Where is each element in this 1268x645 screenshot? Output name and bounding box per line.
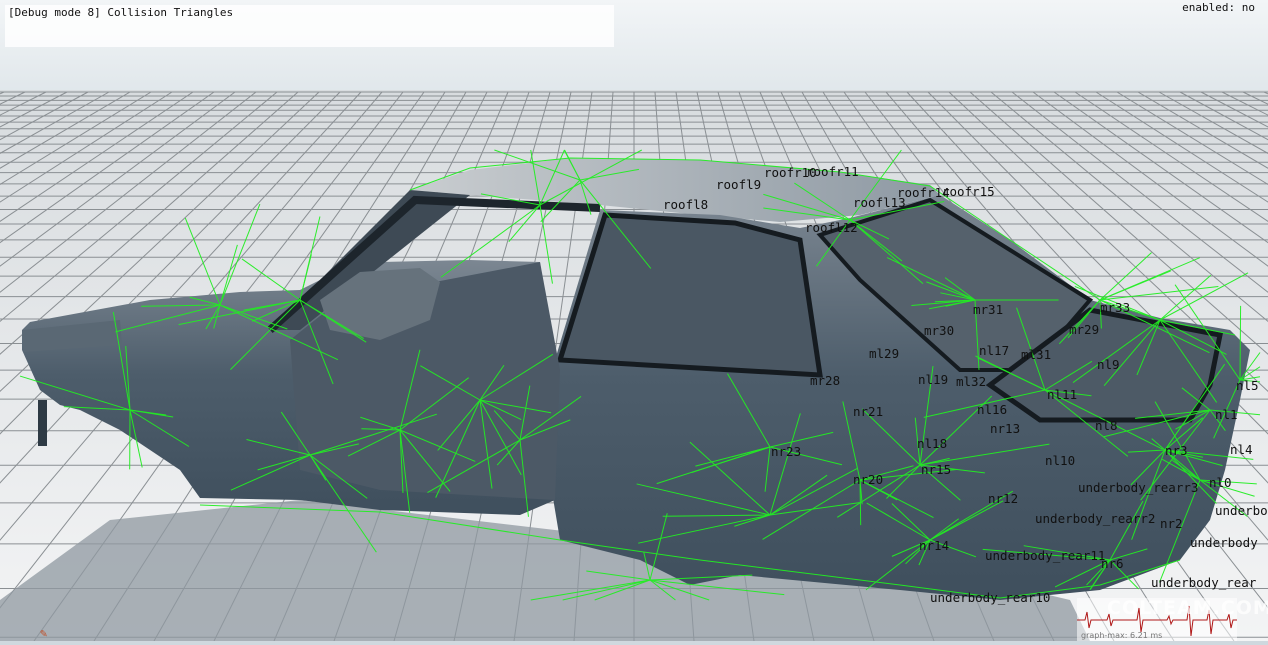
node-label: mr33 bbox=[1100, 301, 1130, 314]
node-label: nl11 bbox=[1047, 388, 1077, 401]
node-label: underbody_rear bbox=[1151, 576, 1256, 589]
node-label: underbody bbox=[1215, 504, 1268, 517]
node-label: nl4 bbox=[1230, 443, 1253, 456]
node-label: nl17 bbox=[979, 344, 1009, 357]
node-label: nr21 bbox=[853, 405, 883, 418]
node-label: roofl12 bbox=[805, 221, 858, 234]
car-rear-window bbox=[560, 215, 820, 375]
node-label: ml31 bbox=[1021, 348, 1051, 361]
node-label: ml32 bbox=[956, 375, 986, 388]
node-label: roofr11 bbox=[806, 165, 859, 178]
node-label: nr23 bbox=[771, 445, 801, 458]
node-label: mr31 bbox=[973, 303, 1003, 316]
tool-icon: ✎ bbox=[40, 626, 47, 640]
node-label: mr29 bbox=[1069, 323, 1099, 336]
debug-info-panel: [Debug mode 8] Collision Triangles bbox=[5, 5, 614, 47]
node-label: nl10 bbox=[1045, 454, 1075, 467]
node-label: nr6 bbox=[1101, 557, 1124, 570]
node-label: underbody_rear10 bbox=[930, 591, 1050, 604]
node-label: nl18 bbox=[917, 437, 947, 450]
node-label: underbody_rearr2 bbox=[1035, 512, 1155, 525]
watermark: COLTEAM.COM bbox=[1107, 597, 1268, 619]
graph-max-label: graph-max: 6.21 ms bbox=[1081, 631, 1162, 640]
3d-viewport[interactable] bbox=[0, 0, 1268, 641]
node-label: nr2 bbox=[1160, 517, 1183, 530]
node-label: underbody bbox=[1190, 536, 1258, 549]
node-label: nr12 bbox=[988, 492, 1018, 505]
enabled-status: enabled: no bbox=[1182, 1, 1255, 14]
node-label: nr3 bbox=[1165, 444, 1188, 457]
node-label: nr20 bbox=[853, 473, 883, 486]
node-label: mr30 bbox=[924, 324, 954, 337]
node-label: ml29 bbox=[869, 347, 899, 360]
node-label: nl1 bbox=[1215, 408, 1238, 421]
car-front-bracket bbox=[38, 400, 47, 446]
node-label: nl8 bbox=[1095, 419, 1118, 432]
node-label: nr15 bbox=[921, 463, 951, 476]
node-label: mr28 bbox=[810, 374, 840, 387]
debug-mode-title: [Debug mode 8] Collision Triangles bbox=[8, 6, 233, 19]
node-label: roofl9 bbox=[716, 178, 761, 191]
node-label: roofl8 bbox=[663, 198, 708, 211]
node-label: roofl13 bbox=[853, 196, 906, 209]
node-label: underbody_rearr3 bbox=[1078, 481, 1198, 494]
node-label: roofr15 bbox=[942, 185, 995, 198]
node-label: nl16 bbox=[977, 403, 1007, 416]
node-label: nl0 bbox=[1209, 476, 1232, 489]
node-label: nl5 bbox=[1236, 379, 1259, 392]
node-label: nr13 bbox=[990, 422, 1020, 435]
node-label: underbody_rear11 bbox=[985, 549, 1105, 562]
node-label: nl9 bbox=[1097, 358, 1120, 371]
node-label: nr14 bbox=[919, 539, 949, 552]
node-label: nl19 bbox=[918, 373, 948, 386]
